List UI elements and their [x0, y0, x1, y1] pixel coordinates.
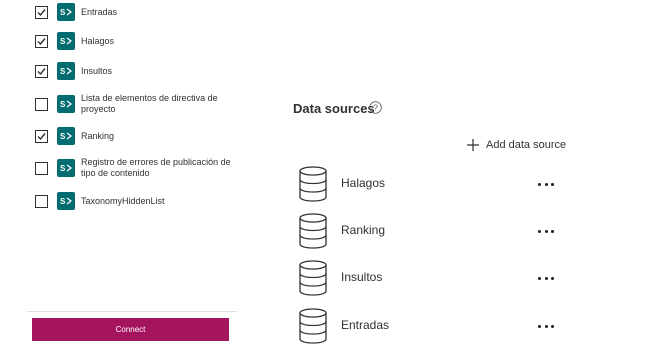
list-item-label: Registro de errores de publicación de ti… [81, 157, 231, 178]
sharepoint-list-icon: S [57, 192, 75, 210]
data-source-row[interactable]: Entradas [298, 308, 598, 344]
checkmark-icon [37, 68, 46, 76]
list-item-ranking[interactable]: S Ranking [35, 127, 260, 145]
checkmark-icon [37, 38, 46, 46]
checkbox-checked[interactable] [35, 65, 48, 78]
lists-panel: S Entradas S Halagos S Insultos S Lista … [0, 0, 262, 361]
sharepoint-list-icon: S [57, 62, 75, 80]
checkbox-checked[interactable] [35, 35, 48, 48]
sharepoint-list-icon: S [57, 3, 75, 21]
list-item-lista-elementos-directiva[interactable]: S Lista de elementos de directiva de pro… [35, 93, 260, 117]
checkbox-unchecked[interactable] [35, 195, 48, 208]
data-sources-title: Data sources [293, 101, 375, 116]
list-item-insultos[interactable]: S Insultos [35, 62, 260, 80]
data-source-row[interactable]: Ranking [298, 213, 598, 249]
list-item-label: Lista de elementos de directiva de proye… [81, 93, 218, 114]
svg-text:S: S [60, 100, 66, 109]
data-source-row[interactable]: Halagos [298, 166, 598, 202]
svg-text:S: S [60, 164, 66, 173]
database-icon [299, 213, 327, 249]
sharepoint-list-icon: S [57, 95, 75, 113]
list-item-entradas[interactable]: S Entradas [35, 3, 260, 21]
data-sources-panel: Data sources ? Add data source Halagos R… [262, 0, 645, 361]
more-options-icon[interactable] [538, 227, 554, 235]
divider [27, 311, 237, 312]
svg-text:S: S [60, 8, 66, 17]
svg-text:S: S [60, 67, 66, 76]
checkbox-unchecked[interactable] [35, 98, 48, 111]
database-icon [299, 166, 327, 202]
data-source-name: Halagos [341, 176, 386, 190]
list-item-label: Halagos [81, 36, 115, 46]
list-item-label: Ranking [81, 131, 115, 141]
sharepoint-list-icon: S [57, 32, 75, 50]
svg-text:?: ? [373, 103, 378, 113]
checkmark-icon [37, 9, 46, 17]
list-item-halagos[interactable]: S Halagos [35, 32, 260, 50]
svg-text:S: S [60, 197, 66, 206]
list-item-label: TaxonomyHiddenList [81, 196, 165, 206]
list-item-label: Insultos [81, 66, 113, 76]
svg-text:S: S [60, 132, 66, 141]
list-item-taxonomyhiddenlist[interactable]: S TaxonomyHiddenList [35, 192, 260, 210]
checkbox-checked[interactable] [35, 130, 48, 143]
checkmark-icon [37, 133, 46, 141]
database-icon [299, 260, 327, 296]
data-source-name: Entradas [341, 318, 390, 332]
sharepoint-list-icon: S [57, 159, 75, 177]
svg-text:S: S [60, 37, 66, 46]
plus-icon [467, 139, 479, 151]
list-item-label: Entradas [81, 7, 118, 17]
more-options-icon[interactable] [538, 180, 554, 188]
database-icon [299, 308, 327, 344]
list-item-registro-errores[interactable]: S Registro de errores de publicación de … [35, 157, 260, 181]
more-options-icon[interactable] [538, 274, 554, 282]
checkbox-checked[interactable] [35, 6, 48, 19]
info-icon[interactable]: ? [369, 101, 382, 114]
add-data-source-button[interactable]: Add data source [466, 137, 566, 153]
data-source-row[interactable]: Insultos [298, 260, 598, 296]
checkbox-unchecked[interactable] [35, 162, 48, 175]
data-source-name: Insultos [341, 270, 383, 284]
connect-button[interactable]: Connect [32, 318, 229, 341]
more-options-icon[interactable] [538, 322, 554, 330]
data-source-name: Ranking [341, 223, 386, 237]
add-data-source-label: Add data source [486, 139, 567, 151]
sharepoint-list-icon: S [57, 127, 75, 145]
